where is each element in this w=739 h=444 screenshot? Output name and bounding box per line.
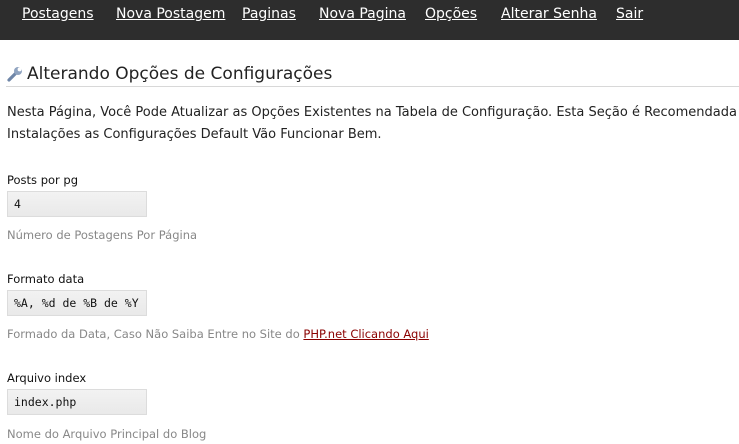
top-navigation: Postagens Nova Postagem Paginas Nova Pag…: [0, 0, 739, 40]
intro-line-1: Nesta Página, Você Pode Atualizar as Opç…: [7, 105, 739, 120]
php-net-link[interactable]: PHP.net Clicando Aqui: [303, 327, 428, 341]
page-header: Alterando Opções de Configurações: [6, 64, 739, 87]
intro-text: Nesta Página, Você Pode Atualizar as Opç…: [7, 102, 739, 146]
nav-link-alterar-senha[interactable]: Alterar Senha: [501, 6, 597, 22]
page-title: Alterando Opções de Configurações: [27, 64, 333, 84]
wrench-icon: [7, 67, 22, 82]
date-format-label: Formato data: [7, 272, 85, 286]
nav-link-paginas[interactable]: Paginas: [242, 6, 296, 22]
posts-per-page-label: Posts por pg: [7, 173, 79, 187]
date-format-help: Formado da Data, Caso Não Saiba Entre no…: [7, 327, 429, 341]
date-format-help-text: Formado da Data, Caso Não Saiba Entre no…: [7, 327, 304, 341]
nav-link-nova-postagem[interactable]: Nova Postagem: [116, 6, 225, 22]
date-format-input[interactable]: [7, 290, 147, 316]
intro-line-2: Instalações as Configurações Default Vão…: [7, 127, 382, 142]
nav-link-sair[interactable]: Sair: [616, 6, 643, 22]
posts-per-page-input[interactable]: [7, 191, 147, 217]
index-file-help: Nome do Arquivo Principal do Blog: [7, 427, 207, 441]
nav-link-opcoes[interactable]: Opções: [425, 6, 477, 22]
posts-per-page-help: Número de Postagens Por Página: [7, 228, 198, 242]
nav-link-postagens[interactable]: Postagens: [22, 6, 94, 22]
nav-link-nova-pagina[interactable]: Nova Pagina: [319, 6, 406, 22]
index-file-input[interactable]: [7, 389, 147, 415]
index-file-label: Arquivo index: [7, 371, 87, 385]
